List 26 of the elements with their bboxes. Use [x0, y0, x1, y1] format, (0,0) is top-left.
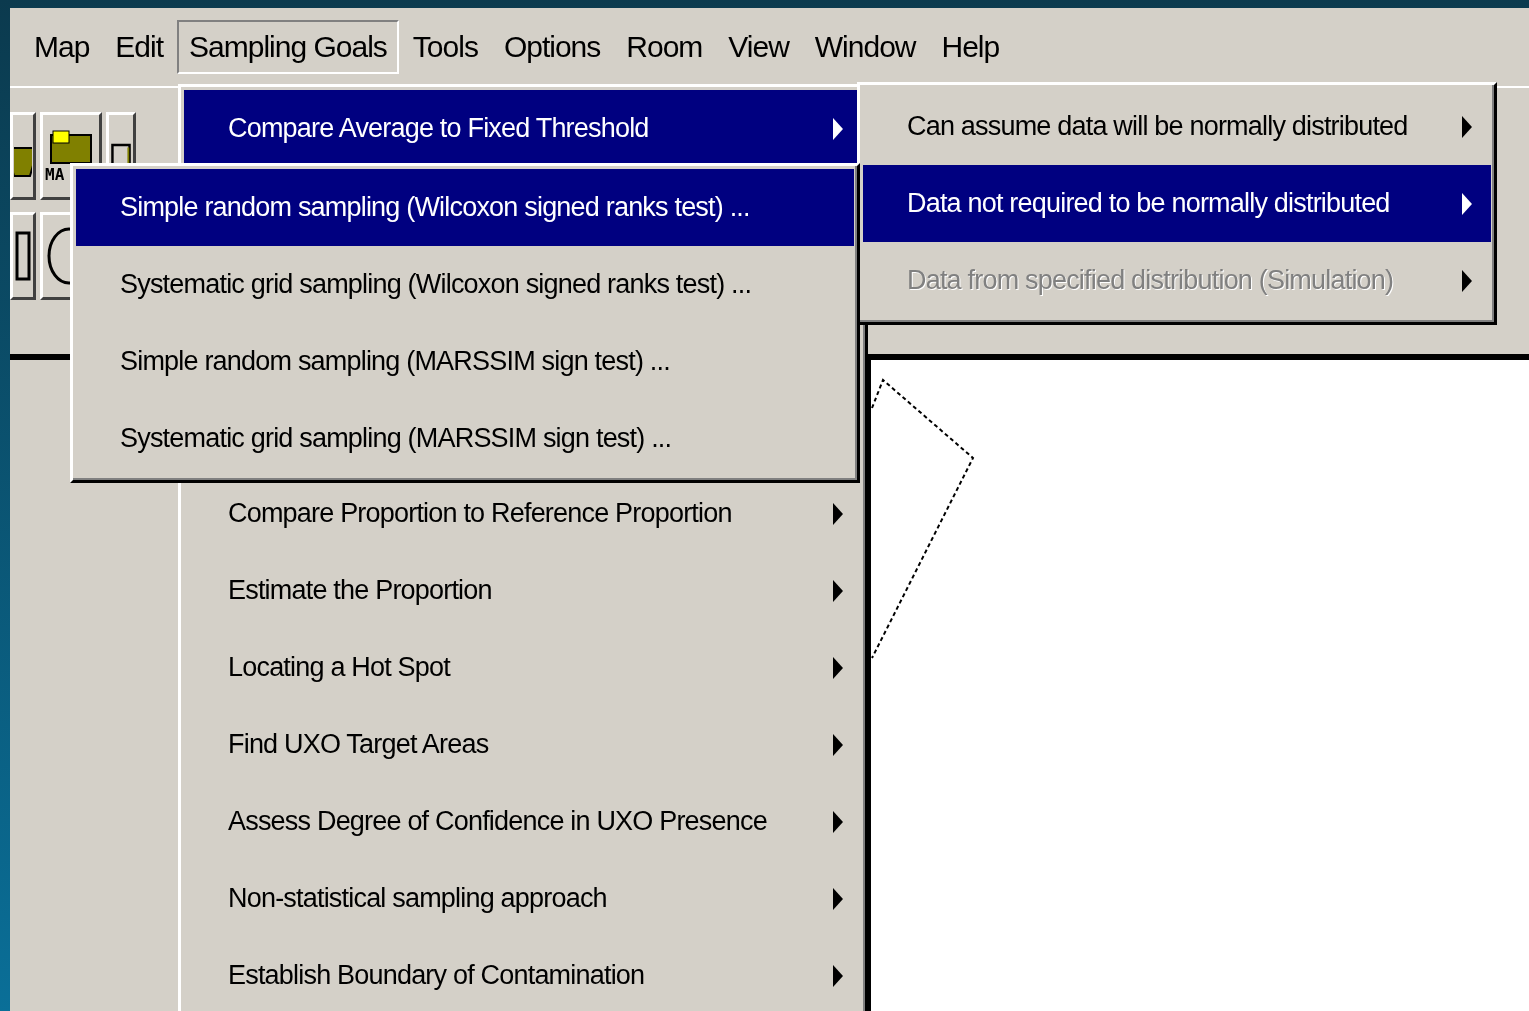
menu-bar-item[interactable]: Edit: [103, 20, 176, 74]
toolbar-button[interactable]: [10, 112, 36, 200]
menu-bar-item[interactable]: Map: [22, 20, 102, 74]
toolbar-label: MA: [45, 164, 65, 184]
menu-item[interactable]: Estimate the Proportion: [184, 552, 862, 629]
menu-bar-item[interactable]: Window: [802, 20, 928, 74]
menu-item[interactable]: Systematic grid sampling (Wilcoxon signed ranks test) ...: [76, 246, 854, 323]
square-icon: [15, 231, 31, 281]
menu-bar-item[interactable]: Sampling Goals: [177, 20, 399, 74]
menu-item[interactable]: Locating a Hot Spot: [184, 629, 862, 706]
menu-bar-item[interactable]: Help: [929, 20, 1012, 74]
toolbar-button[interactable]: [10, 212, 36, 300]
menu-item[interactable]: Data not required to be normally distributed: [863, 165, 1491, 242]
menu-item[interactable]: Simple random sampling (Wilcoxon signed ranks test) ...: [76, 169, 854, 246]
menu-item[interactable]: Can assume data will be normally distributed: [863, 88, 1491, 165]
menu-bar-item[interactable]: Tools: [400, 20, 490, 74]
menu-item[interactable]: Non-statistical sampling approach: [184, 860, 862, 937]
menu-bar-item[interactable]: Room: [614, 20, 715, 74]
menu-item[interactable]: Assess Degree of Confidence in UXO Presence: [184, 783, 862, 860]
folder-icon: [49, 128, 93, 165]
menu-bar-item[interactable]: View: [716, 20, 801, 74]
menu-item[interactable]: Simple random sampling (MARSSIM sign test) ...: [76, 323, 854, 400]
menu-item[interactable]: Systematic grid sampling (MARSSIM sign test) ...: [76, 400, 854, 477]
menu-bar-item[interactable]: Options: [491, 20, 613, 74]
menu-item[interactable]: Establish Boundary of Contamination: [184, 937, 862, 1011]
menu-item[interactable]: Find UXO Target Areas: [184, 706, 862, 783]
